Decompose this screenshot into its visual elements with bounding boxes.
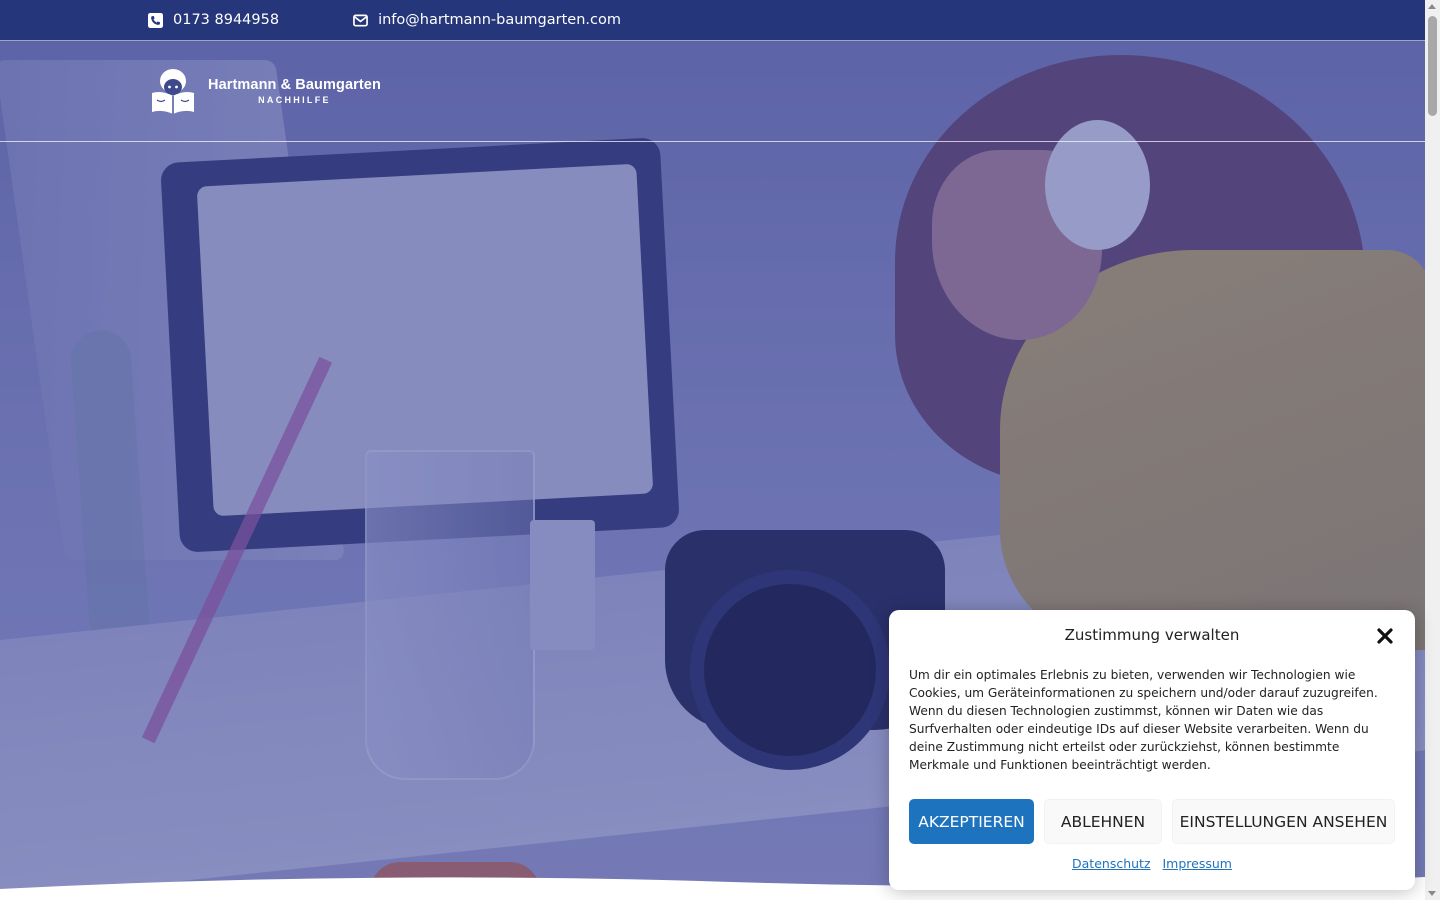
envelope-icon — [353, 13, 368, 28]
accept-button[interactable]: AKZEPTIEREN — [909, 799, 1034, 844]
logo-wordmark: Hartmann & Baumgarten NACHHILFE — [208, 77, 381, 105]
reading-child-logo-icon — [152, 69, 194, 114]
phone-contact[interactable]: 0173 8944958 — [148, 12, 279, 28]
email-contact[interactable]: info@hartmann-baumgarten.com — [353, 12, 621, 28]
imprint-link[interactable]: Impressum — [1163, 856, 1232, 871]
page-scrollbar[interactable] — [1425, 0, 1440, 900]
privacy-link[interactable]: Datenschutz — [1072, 856, 1151, 871]
cookie-dialog-links: Datenschutz Impressum — [889, 856, 1415, 871]
cookie-dialog-text: Um dir ein optimales Erlebnis zu bieten,… — [909, 668, 1378, 772]
logo-subtitle: NACHHILFE — [258, 95, 331, 105]
scroll-down-arrow-icon[interactable] — [1428, 891, 1436, 896]
cookie-consent-dialog: Zustimmung verwalten Um dir ein optimale… — [889, 610, 1415, 890]
site-logo[interactable]: Hartmann & Baumgarten NACHHILFE — [150, 67, 381, 115]
deny-button[interactable]: ABLEHNEN — [1044, 799, 1162, 844]
phone-icon — [148, 12, 163, 28]
email-address: info@hartmann-baumgarten.com — [378, 12, 621, 28]
top-contact-bar: 0173 8944958 info@hartmann-baumgarten.co… — [0, 0, 1425, 41]
view-settings-button[interactable]: EINSTELLUNGEN ANSEHEN — [1172, 799, 1395, 844]
scroll-up-arrow-icon[interactable] — [1428, 4, 1436, 9]
cookie-dialog-title: Zustimmung verwalten — [1064, 626, 1240, 644]
logo-title: Hartmann & Baumgarten — [208, 77, 381, 93]
cookie-button-row: AKZEPTIEREN ABLEHNEN EINSTELLUNGEN ANSEH… — [909, 799, 1395, 844]
phone-number: 0173 8944958 — [173, 12, 280, 28]
close-icon[interactable] — [1375, 626, 1395, 646]
scrollbar-thumb[interactable] — [1428, 16, 1437, 116]
site-header: Hartmann & Baumgarten NACHHILFE — [0, 41, 1425, 142]
